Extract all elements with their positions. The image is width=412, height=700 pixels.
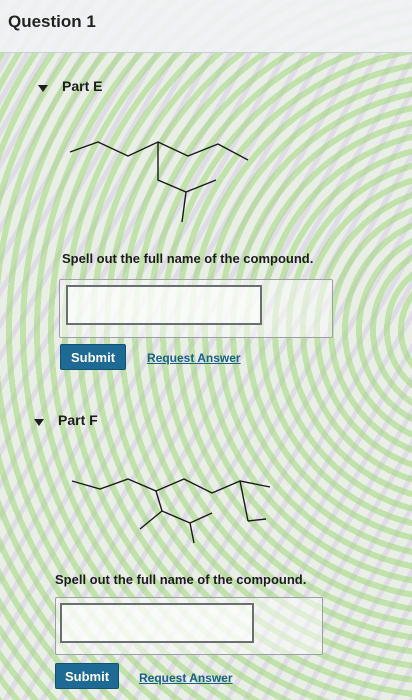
- part-e-answer-field[interactable]: [66, 285, 262, 325]
- part-f-answer-field[interactable]: [60, 603, 254, 643]
- part-e-prompt: Spell out the full name of the compound.: [62, 251, 314, 266]
- part-e-request-answer-link[interactable]: Request Answer: [147, 351, 241, 365]
- molecule-structure-part-e: [69, 141, 249, 223]
- part-f-label[interactable]: Part F: [58, 412, 98, 428]
- page-header: Question 1: [0, 0, 412, 53]
- part-f-request-answer-link[interactable]: Request Answer: [139, 671, 233, 685]
- part-e-submit-button[interactable]: Submit: [60, 344, 126, 370]
- molecule-structure-part-f: [71, 478, 271, 544]
- part-f-prompt: Spell out the full name of the compound.: [55, 572, 307, 587]
- part-e-label[interactable]: Part E: [62, 78, 102, 94]
- page-title: Question 1: [8, 12, 96, 31]
- collapse-caret-icon[interactable]: [34, 419, 44, 426]
- part-f-submit-button[interactable]: Submit: [55, 663, 119, 689]
- collapse-caret-icon[interactable]: [38, 85, 48, 92]
